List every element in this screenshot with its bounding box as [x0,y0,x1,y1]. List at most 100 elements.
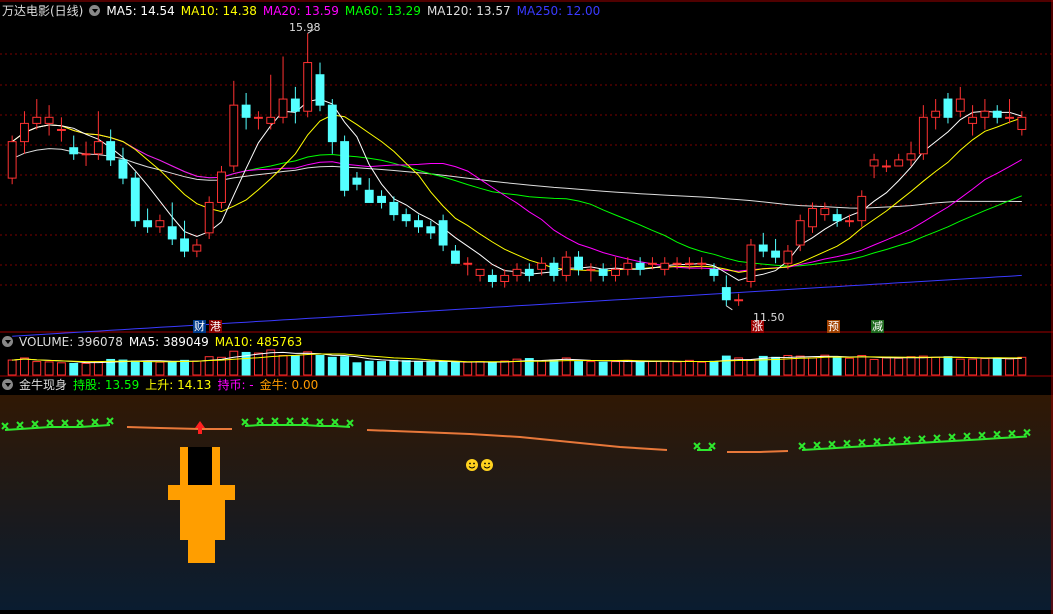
volume-bar [968,358,978,376]
stock-title: 万达电影(日线) [2,4,84,18]
candle-body [143,220,153,228]
volume-bar [1017,356,1027,376]
volume-bar [549,359,559,376]
volume-bar [450,361,460,376]
volume-legend: VOLUME: 396078 MA5: 389049 MA10: 485763 [2,334,308,350]
volume-bar [537,360,547,376]
candle-body [734,299,744,302]
volume-bar [500,360,510,376]
price-legend: 万达电影(日线) MA5: 14.54 MA10: 14.38 MA20: 13.59… [2,3,606,19]
volume-bar [414,361,423,376]
smiley-icon [466,459,478,471]
candle-body [574,256,584,270]
volume-bar [130,360,140,376]
volume-bar [980,358,990,376]
volume-bar [438,361,448,376]
volume-bar [820,354,830,376]
dropdown-icon[interactable] [89,5,101,16]
candle-body [980,110,990,118]
candle-body [327,104,337,143]
candle-body [450,250,460,264]
candle-body [881,165,891,168]
marker-cai[interactable]: 财 [193,320,206,333]
candle-body [992,110,1002,118]
volume-bar [931,356,941,376]
volume-bar [56,362,66,376]
candle-body [32,116,42,124]
dropdown-icon[interactable] [2,336,13,347]
candle-body [906,153,916,161]
candle-body [204,201,214,234]
marker-gang[interactable]: 港 [209,320,222,333]
volume-bar [697,361,707,376]
indicator-legend: 金牛现身 持股: 13.59 上升: 14.13 持币: - 金牛: 0.00 [2,377,324,393]
volume-bar [463,361,473,376]
ma60-label: MA60: 13.29 [344,4,421,18]
volume-bar [253,352,263,376]
candle-body [758,244,768,252]
candle-body [808,208,817,228]
candle-body [820,208,830,216]
volume-bar [180,359,189,376]
candle-body [832,214,842,222]
golden-bull-icon-inner [188,447,212,485]
candle-body [549,262,559,276]
volume-bar [881,357,891,376]
rise-line [727,450,789,453]
marker-jian[interactable]: 减 [871,320,884,333]
dropdown-icon[interactable] [2,379,13,390]
candle-body [414,220,423,228]
volume-bar [364,360,374,376]
candle-body [918,116,928,155]
candle-body [192,244,202,252]
candle-body [968,116,978,124]
candle-body [155,220,165,228]
low-price-label: 11.50 [753,311,785,324]
candle-body [537,262,547,270]
candle-body [561,256,571,276]
candle-body [955,98,965,112]
candle-body [69,147,79,155]
volume-bar [118,359,128,376]
volume-bar [401,360,411,376]
candle-body [315,74,325,106]
ma60-line [11,124,1022,267]
volume-ma5-label: MA5: 389049 [128,335,209,349]
volume-bar [7,359,17,376]
marker-yu[interactable]: 预 [827,320,840,333]
volume-bar [611,361,620,376]
candle-body [524,268,534,276]
volume-bar [992,357,1002,376]
jinniu-label: 金牛: 0.00 [259,378,319,392]
candle-body [426,226,436,234]
candle-body [266,116,276,124]
candle-body [943,98,953,118]
candle-body [869,159,879,167]
candle-body [241,104,251,118]
volume-bar [1005,358,1014,376]
candle-body [795,220,805,246]
volume-bar [832,356,842,376]
volume-bar [845,357,854,376]
volume-bar [857,354,867,376]
candle-body [709,268,719,276]
candle-body [721,287,731,301]
volume-bar [918,355,928,376]
ma120-line [11,148,1022,209]
candle-body [697,262,707,265]
volume-bar [327,356,337,376]
ma20-line [11,124,1023,272]
ma5-line [11,98,1022,281]
volume-bar [894,357,904,376]
candle-body [180,238,189,252]
candle-body [401,214,411,222]
volume-ma10-label: MA10: 485763 [214,335,303,349]
candle-body [217,171,226,203]
candle-body [771,250,781,258]
candle-body [684,262,694,265]
volume-bar [586,361,596,376]
volume-bar [315,354,325,376]
candle-body [635,262,645,270]
volume-bar [684,359,694,376]
volume-bar [69,362,79,376]
